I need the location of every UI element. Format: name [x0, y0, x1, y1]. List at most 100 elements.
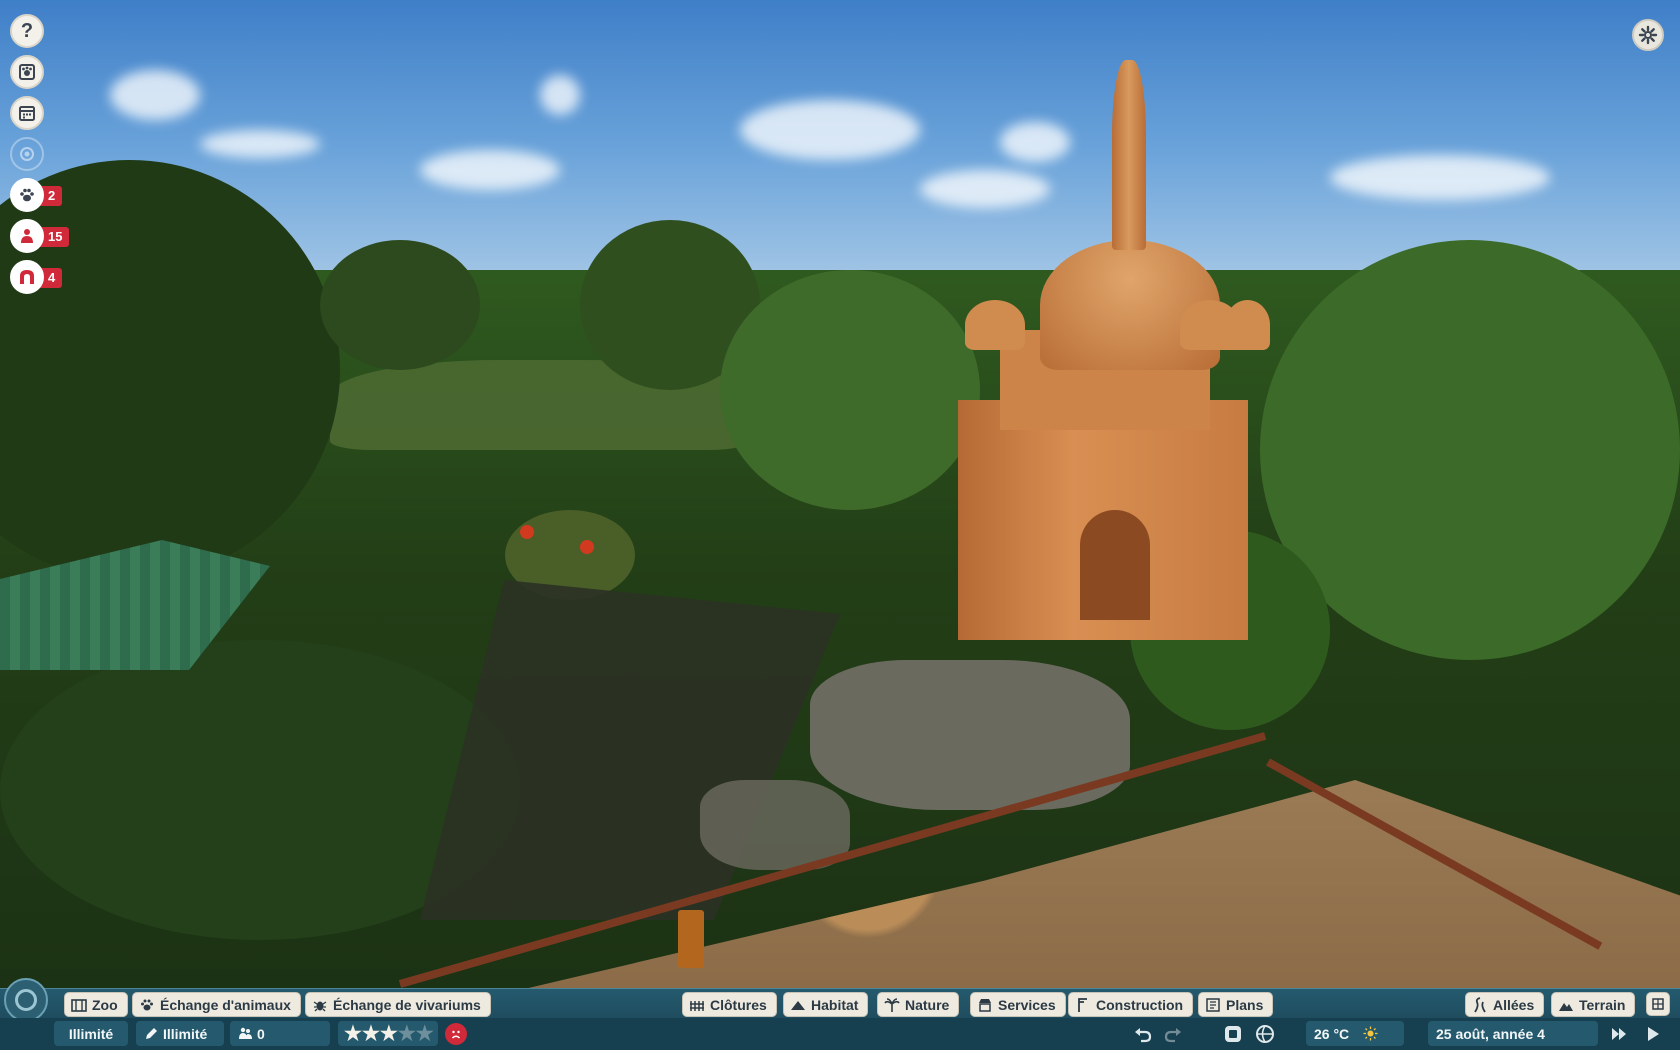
cloud: [200, 130, 320, 158]
tab-construction[interactable]: Construction: [1068, 992, 1194, 1017]
star-filled-icon: ★: [379, 1022, 398, 1045]
bug-icon: [313, 1000, 327, 1011]
gear-icon: [1638, 25, 1658, 45]
tab-zoo-label: Zoo: [92, 996, 118, 1013]
help-icon: ?: [20, 19, 34, 42]
cloud: [110, 70, 200, 120]
date-value: 25 août, année 4: [1436, 1025, 1545, 1042]
play-button[interactable]: [1642, 1023, 1664, 1045]
settings-button[interactable]: [1632, 19, 1664, 51]
globe-icon: [1256, 1025, 1274, 1043]
guest-mood-button[interactable]: [445, 1023, 467, 1045]
star-filled-icon: ★: [361, 1022, 380, 1045]
star-empty-icon: ★: [415, 1022, 434, 1045]
tab-habitat[interactable]: Habitat: [783, 992, 869, 1017]
staff-alert[interactable]: 4: [10, 260, 80, 294]
tab-nature-label: Nature: [905, 996, 950, 1013]
animals-button[interactable]: [10, 178, 44, 212]
redo-icon: [1164, 1028, 1181, 1043]
tab-blueprints-label: Plans: [1226, 996, 1264, 1013]
money-value: Illimité: [68, 1025, 114, 1042]
tree: [720, 270, 980, 510]
cloud: [540, 75, 580, 115]
cloud: [1000, 122, 1070, 162]
animal-codex-button[interactable]: [10, 55, 44, 89]
star-filled-icon: ★: [344, 1022, 362, 1045]
money-display[interactable]: Illimité: [54, 1021, 128, 1046]
terrain-icon: [1559, 1002, 1573, 1011]
tab-fences[interactable]: Clôtures: [682, 992, 777, 1017]
undo-button[interactable]: [1132, 1023, 1154, 1045]
tab-terrain-label: Terrain: [1579, 996, 1626, 1013]
zoo-rating[interactable]: ★★★★★: [338, 1021, 438, 1046]
temperature-value: 26 °C: [1314, 1025, 1350, 1042]
grid-toggle-icon: [1652, 998, 1664, 1010]
cloud: [920, 170, 1050, 208]
tab-fences-label: Clôtures: [710, 996, 767, 1013]
tab-habitat-label: Habitat: [811, 996, 859, 1013]
eye-icon: [20, 147, 34, 161]
fast-forward-icon: [1612, 1028, 1626, 1040]
construction-icon: [1078, 997, 1087, 1012]
blueprint-icon: [1206, 997, 1220, 1012]
path-icon: [1474, 996, 1486, 1012]
tab-services-label: Services: [998, 996, 1056, 1013]
cloud: [740, 100, 920, 160]
toolbar-extra-button[interactable]: [1646, 992, 1670, 1016]
tab-blueprints[interactable]: Plans: [1198, 992, 1274, 1017]
research-display[interactable]: Illimité: [136, 1021, 224, 1046]
redo-button[interactable]: [1162, 1023, 1184, 1045]
flower: [580, 540, 594, 554]
sad-face-icon: [451, 1030, 461, 1039]
sun-icon: [1363, 1026, 1378, 1041]
guest-count-display[interactable]: 0: [230, 1021, 330, 1046]
guests-button[interactable]: [10, 219, 44, 253]
guests-alert[interactable]: 15: [10, 219, 80, 253]
play-icon: [1648, 1027, 1659, 1041]
paw-icon: [141, 999, 153, 1010]
cloud: [1330, 155, 1550, 200]
view-mode-button[interactable]: [10, 137, 44, 171]
bottom-bar: Zoo Échange d'animaux Échange de vivariu…: [0, 978, 1680, 1050]
undo-icon: [1135, 1028, 1152, 1043]
tab-vivarium-exchange-label: Échange de vivariums: [333, 996, 481, 1013]
guest-count-value: 0: [257, 1025, 265, 1042]
tab-nature[interactable]: Nature: [877, 992, 960, 1017]
palm-tree-icon: [884, 997, 900, 1012]
zoo-viewport[interactable]: [0, 0, 1680, 990]
star-empty-icon: ★: [397, 1022, 416, 1045]
tab-terrain[interactable]: Terrain: [1551, 992, 1636, 1017]
codex-icon: [19, 64, 35, 80]
date-display[interactable]: 25 août, année 4: [1428, 1021, 1598, 1046]
tab-animal-exchange-label: Échange d'animaux: [160, 996, 291, 1013]
heatmap-button[interactable]: [1254, 1023, 1276, 1045]
paw-icon: [20, 188, 34, 202]
tower-turret: [965, 300, 1025, 350]
tab-paths[interactable]: Allées: [1465, 992, 1545, 1017]
tab-services[interactable]: Services: [970, 992, 1066, 1017]
facilities-button[interactable]: [10, 260, 44, 294]
tab-vivarium-exchange[interactable]: Échange de vivariums: [305, 992, 491, 1017]
tab-animal-exchange[interactable]: Échange d'animaux: [132, 992, 301, 1017]
tab-zoo[interactable]: Zoo: [64, 992, 128, 1017]
help-button[interactable]: ?: [10, 14, 44, 48]
zoo-overview-button[interactable]: [4, 978, 48, 1022]
cloud: [420, 150, 560, 190]
photo-mode-button[interactable]: [1222, 1023, 1244, 1045]
calendar-button[interactable]: [10, 96, 44, 130]
tree: [320, 240, 480, 370]
trash-bin: [678, 910, 704, 968]
toolbar: Zoo Échange d'animaux Échange de vivariu…: [0, 988, 1680, 1018]
pen-icon: [146, 1028, 157, 1039]
weather-display[interactable]: 26 °C: [1306, 1021, 1404, 1046]
tower-turret: [1225, 300, 1270, 350]
left-hud: ? 2 15 4: [10, 8, 80, 301]
fast-forward-button[interactable]: [1608, 1023, 1630, 1045]
overview-icon: [15, 989, 37, 1011]
zoo-gate-icon: [71, 998, 87, 1012]
research-value: Illimité: [163, 1025, 208, 1042]
status-bar: Illimité Illimité 0 ★★★★★ 26 °C 25 août,…: [0, 1018, 1680, 1050]
person-icon: [21, 229, 33, 243]
animals-alert[interactable]: 2: [10, 178, 80, 212]
tab-paths-label: Allées: [1493, 996, 1535, 1013]
